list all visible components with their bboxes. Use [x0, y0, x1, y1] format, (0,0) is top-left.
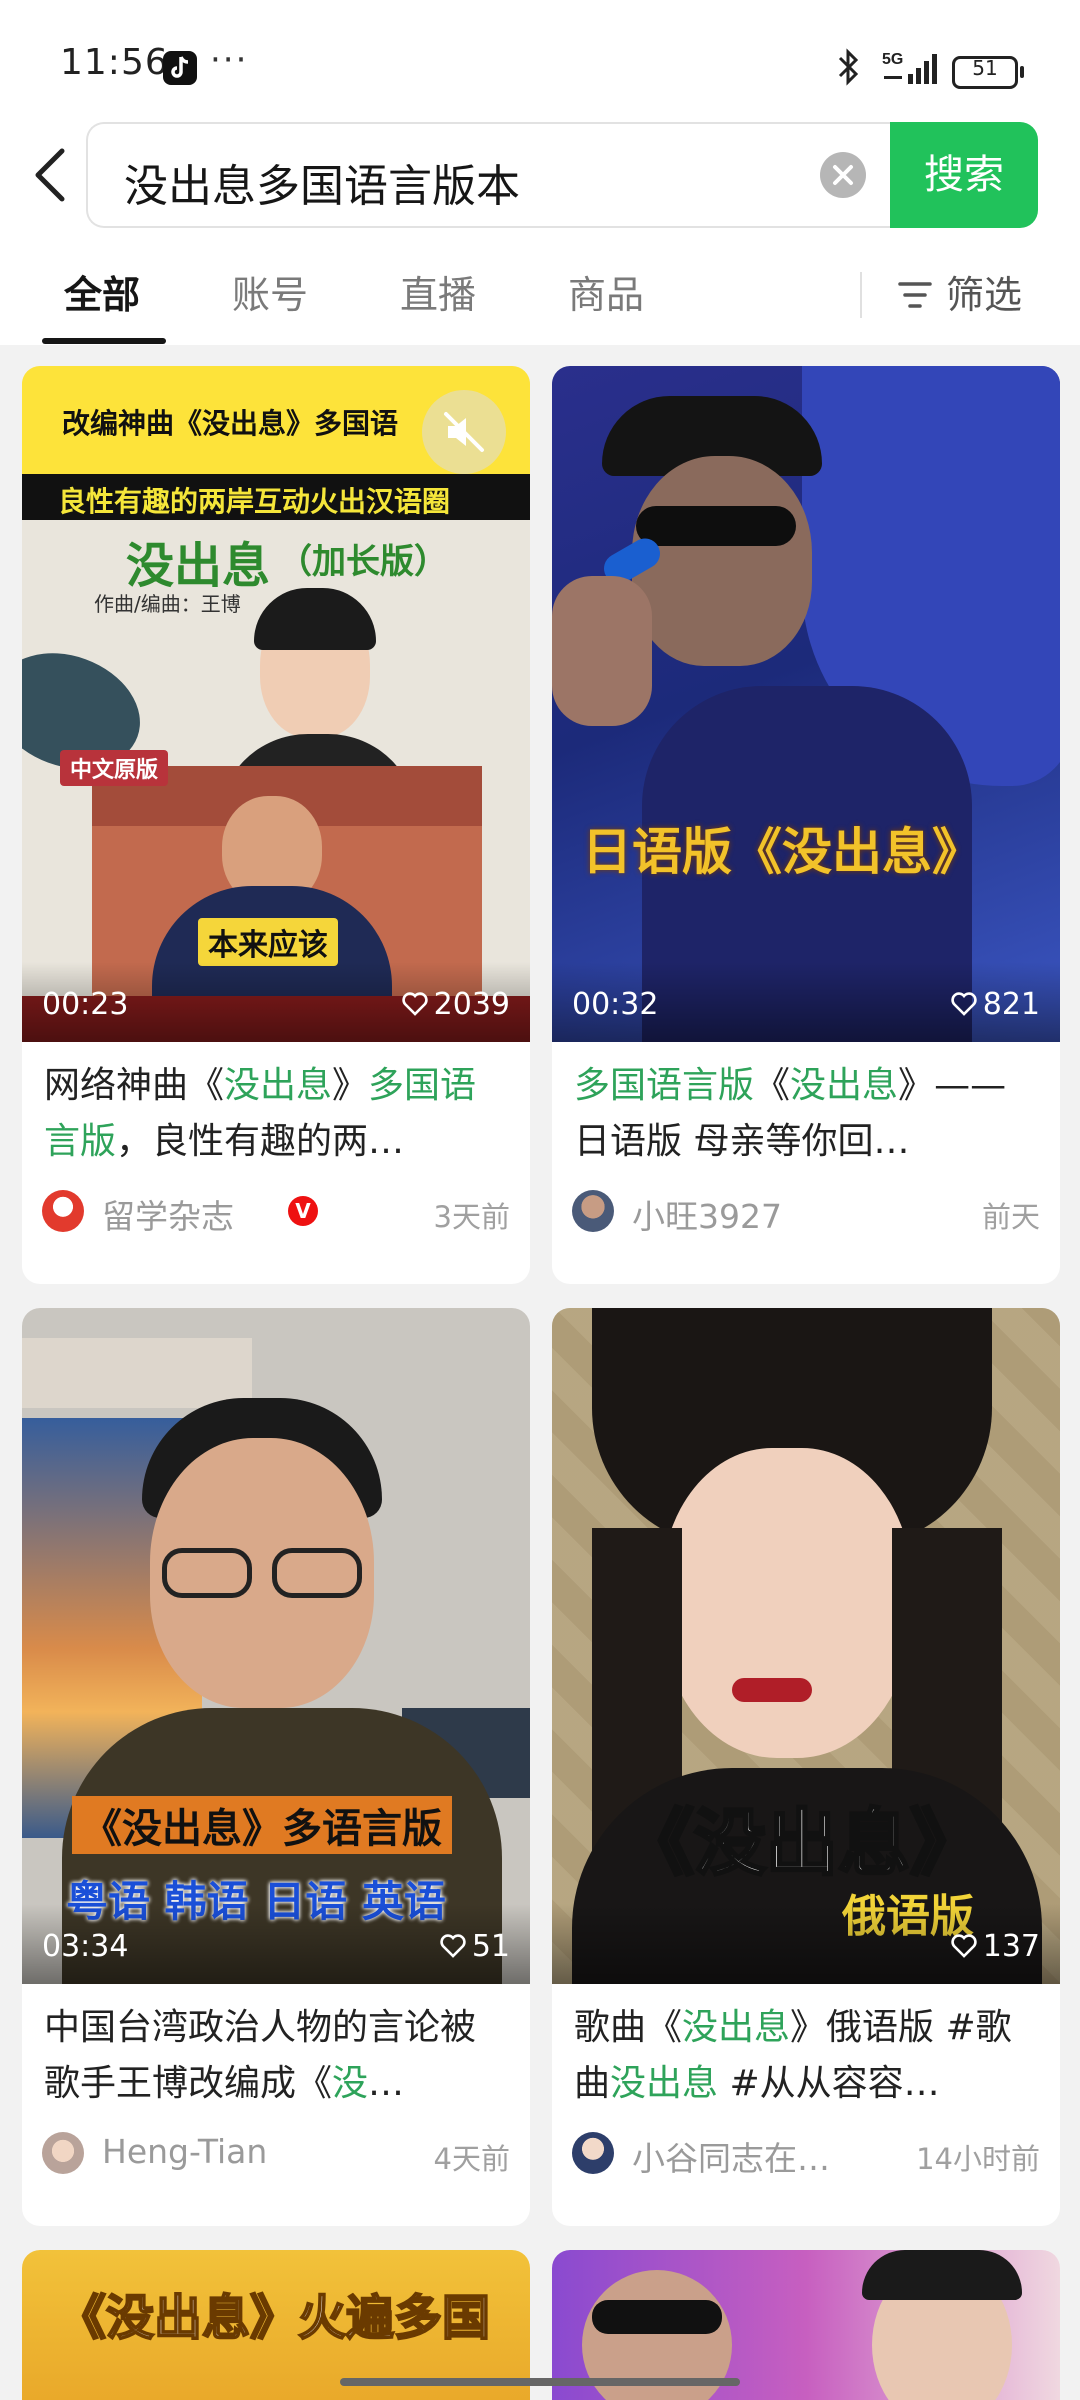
video-title[interactable]: 中国台湾政治人物的言论被歌手王博改编成《没… [44, 2000, 508, 2112]
tab-all[interactable]: 全部 [64, 264, 140, 319]
author-avatar[interactable] [572, 2132, 614, 2174]
card-meta: Heng-Tian 4天前 [42, 2128, 510, 2178]
card-meta: 小谷同志在… 14小时前 [572, 2128, 1040, 2178]
video-thumbnail[interactable]: 日语版《没出息》 00:32 821 [552, 366, 1060, 1042]
video-duration: 00:23 [42, 987, 129, 1022]
divider [860, 272, 862, 318]
video-thumbnail[interactable]: 《没出息》 俄语版 137 [552, 1308, 1060, 1984]
like-count: 2039 [401, 987, 510, 1022]
video-card[interactable]: 日语版《没出息》 00:32 821 多国语言版《没出息》——日语版 母亲等你回… [552, 366, 1060, 1284]
like-count-value: 51 [471, 1929, 510, 1964]
heart-icon [401, 991, 428, 1016]
woman-face [662, 1448, 912, 1758]
author-avatar[interactable] [572, 1190, 614, 1232]
filter-label: 筛选 [946, 273, 1023, 317]
bluetooth-icon [834, 48, 864, 90]
search-input[interactable]: 没出息多国语言版本 [86, 122, 890, 228]
video-thumbnail[interactable]: 《没出息》多语言版 粤语 韩语 日语 英语 03:34 51 [22, 1308, 530, 1984]
clock: 11:56 [60, 42, 169, 83]
caption-band: 《没出息》多语言版 [72, 1796, 452, 1854]
like-count-value: 2039 [433, 987, 510, 1022]
thumbnail-caption: 《没出息》 [620, 1800, 983, 1887]
filter-icon [898, 281, 932, 308]
active-tab-indicator [42, 338, 166, 344]
heart-icon [951, 1933, 977, 1958]
video-title[interactable]: 歌曲《没出息》俄语版 #歌曲没出息 #从从容容… [574, 2000, 1038, 2112]
tab-live[interactable]: 直播 [400, 264, 476, 319]
thumbnail-header: 改编神曲《没出息》多国语 [62, 407, 399, 440]
author-name[interactable]: 小旺3927 [632, 1190, 782, 1238]
sunglasses [636, 506, 796, 546]
like-count-value: 137 [982, 1929, 1040, 1964]
video-card[interactable]: 《没出息》多语言版 粤语 韩语 日语 英语 03:34 51 中国台湾政治人物的… [22, 1308, 530, 2226]
glasses-left [162, 1548, 252, 1598]
battery-level: 51 [972, 56, 998, 80]
author-name[interactable]: Heng-Tian [102, 2132, 267, 2171]
glasses-right [272, 1548, 362, 1598]
heart-icon [440, 1933, 466, 1958]
like-count: 821 [951, 987, 1040, 1022]
video-title[interactable]: 网络神曲《没出息》多国语言版，良性有趣的两… [44, 1058, 508, 1170]
tab-accounts[interactable]: 账号 [232, 264, 308, 319]
header: 11:56 ··· 5G 51 没出息多国语言版本 搜索 全部 账号 直播 商品… [0, 0, 1080, 345]
tab-bar: 全部 账号 直播 商品 筛选 [0, 250, 1080, 345]
mute-icon [444, 412, 484, 452]
verified-badge-icon: V [288, 1196, 318, 1226]
like-count-value: 821 [982, 987, 1040, 1022]
status-bar: 11:56 ··· 5G 51 [0, 0, 1080, 120]
video-duration: 03:34 [42, 1929, 129, 1964]
author-avatar[interactable] [42, 1190, 84, 1232]
video-card[interactable]: 改编神曲《没出息》多国语 良性有趣的两岸互动火出汉语圈 没出息 （加长版） 作曲… [22, 366, 530, 1284]
thumbnail-song-title: 没出息 [126, 538, 271, 594]
author-name[interactable]: 留学杂志 [102, 1190, 234, 1238]
thumbnail-credit: 作曲/编曲：王博 [94, 592, 241, 616]
singer-hand [552, 576, 652, 726]
thumbnail-caption: 《没出息》火遍多国 [57, 2289, 491, 2347]
author-name[interactable]: 小谷同志在… [632, 2132, 830, 2180]
video-duration: 00:32 [572, 987, 659, 1022]
video-title[interactable]: 多国语言版《没出息》——日语版 母亲等你回… [574, 1058, 1038, 1170]
person-hair [862, 2250, 1022, 2300]
signal-icon: 5G [882, 48, 944, 92]
thumbnail-caption: 《没出息》多语言版 [82, 1806, 442, 1852]
post-time: 14小时前 [916, 2142, 1040, 2176]
more-notifications-icon: ··· [210, 40, 249, 80]
tab-products[interactable]: 商品 [568, 264, 644, 319]
clear-search-icon[interactable] [820, 152, 866, 198]
sunglasses [592, 2300, 722, 2334]
back-button[interactable] [30, 145, 80, 205]
search-query: 没出息多国语言版本 [124, 161, 520, 212]
thumbnail-song-suffix: （加长版） [278, 542, 448, 582]
shelf [22, 1338, 252, 1408]
lips [732, 1678, 812, 1702]
filter-button[interactable]: 筛选 [898, 264, 1022, 319]
thumbnail-caption: 日语版《没出息》 [582, 823, 982, 881]
heart-icon [951, 991, 977, 1016]
card-meta: 小旺3927 前天 [572, 1186, 1040, 1236]
search-button[interactable]: 搜索 [890, 122, 1038, 228]
like-count: 51 [440, 1929, 510, 1964]
card-meta: 留学杂志 V 3天前 [42, 1186, 510, 1236]
singer-hair [254, 588, 376, 650]
original-version-tag: 中文原版 [60, 750, 169, 786]
mute-button[interactable] [422, 390, 506, 474]
post-time: 4天前 [433, 2142, 510, 2176]
singer-face [632, 456, 812, 666]
battery-icon: 51 [952, 56, 1024, 89]
home-indicator[interactable] [340, 2378, 740, 2386]
author-avatar[interactable] [42, 2132, 84, 2174]
thumbnail-subheader: 良性有趣的两岸互动火出汉语圈 [58, 485, 451, 518]
post-time: 前天 [981, 1200, 1040, 1234]
video-card[interactable]: 《没出息》 俄语版 137 歌曲《没出息》俄语版 #歌曲没出息 #从从容容… 小… [552, 1308, 1060, 2226]
post-time: 3天前 [433, 1200, 510, 1234]
tiktok-notification-icon [163, 51, 197, 85]
like-count: 137 [951, 1929, 1040, 1964]
video-thumbnail[interactable]: 改编神曲《没出息》多国语 良性有趣的两岸互动火出汉语圈 没出息 （加长版） 作曲… [22, 366, 530, 1042]
thumbnail-caption: 本来应该 [198, 918, 338, 966]
svg-text:5G: 5G [882, 51, 903, 68]
